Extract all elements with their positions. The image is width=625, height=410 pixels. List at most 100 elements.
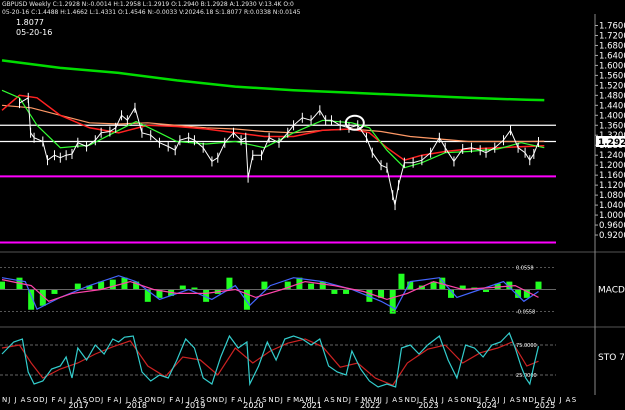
x-year-label: 2022 xyxy=(360,401,380,410)
x-month-label: J xyxy=(503,396,506,404)
x-month-label: A xyxy=(324,396,329,404)
x-month-label: J xyxy=(181,396,184,404)
x-year-label: 2025 xyxy=(535,401,555,410)
y-tick-label: 1.6400 xyxy=(599,51,625,61)
x-month-label: J xyxy=(385,396,388,404)
x-month-label: F xyxy=(355,396,359,404)
x-month-label: J xyxy=(44,396,47,404)
x-month-label: F xyxy=(231,396,235,404)
x-month-label: O xyxy=(33,396,39,404)
macd-histogram-bar xyxy=(319,281,326,290)
x-month-label: N xyxy=(151,396,156,404)
x-month-label: A xyxy=(392,396,397,404)
chart-svg: 1.76001.72001.68001.64001.60001.56001.52… xyxy=(0,14,625,410)
macd-histogram-bar xyxy=(331,289,338,294)
macd-tick-label: -0.0558 xyxy=(516,310,535,316)
x-month-label: J xyxy=(224,396,227,404)
x-month-label: J xyxy=(441,396,444,404)
x-year-label: 2023 xyxy=(418,401,438,410)
x-month-label: J xyxy=(119,396,122,404)
x-month-label: J xyxy=(13,396,16,404)
x-month-label: O xyxy=(206,396,212,404)
x-month-label: S xyxy=(572,396,577,404)
x-year-label: 2017 xyxy=(68,401,88,410)
x-month-label: F xyxy=(107,396,111,404)
x-month-label: M xyxy=(293,396,299,404)
x-month-label: A xyxy=(510,396,515,404)
x-month-label: A xyxy=(58,396,63,404)
sto-tick-label: 75.0000 xyxy=(516,343,537,349)
x-month-label: J xyxy=(162,396,165,404)
x-month-label: O xyxy=(89,396,95,404)
x-month-label: J xyxy=(558,396,561,404)
x-month-label: O xyxy=(460,396,466,404)
macd-histogram-bar xyxy=(535,281,542,290)
x-month-label: D xyxy=(219,396,224,404)
x-month-label: N xyxy=(2,396,7,404)
y-tick-label: 1.0800 xyxy=(599,191,625,201)
x-month-label: A xyxy=(113,396,118,404)
x-month-label: D xyxy=(528,396,533,404)
x-month-label: S xyxy=(330,396,335,404)
y-tick-label: 1.6000 xyxy=(599,61,625,71)
y-tick-label: 1.3600 xyxy=(599,121,625,131)
x-year-label: 2020 xyxy=(243,401,263,410)
x-year-label: 2018 xyxy=(127,401,147,410)
x-month-label: F xyxy=(169,396,173,404)
y-tick-label: 1.2400 xyxy=(599,151,625,161)
y-tick-label: 0.9600 xyxy=(599,221,625,231)
ma-long-line xyxy=(1,59,545,102)
x-year-label: 2021 xyxy=(302,401,322,410)
y-tick-label: 1.7600 xyxy=(599,21,625,31)
x-month-label: D xyxy=(275,396,280,404)
y-tick-label: 1.4800 xyxy=(599,91,625,101)
x-month-label: S xyxy=(398,396,403,404)
x-month-label: J xyxy=(7,396,10,404)
sto-label: STO 73 xyxy=(598,353,625,363)
macd-label: MACD xyxy=(598,286,625,296)
x-month-label: A xyxy=(175,396,180,404)
macd-histogram-bar xyxy=(51,289,58,294)
x-month-label: N xyxy=(405,396,410,404)
x-month-label: N xyxy=(522,396,527,404)
x-month-label: N xyxy=(467,396,472,404)
y-tick-label: 0.9200 xyxy=(599,231,625,241)
x-month-label: A xyxy=(448,396,453,404)
macd-histogram-bar xyxy=(109,279,116,290)
x-month-label: D xyxy=(95,396,100,404)
macd-histogram-bar xyxy=(243,289,250,310)
y-tick-label: 1.6800 xyxy=(599,41,625,51)
x-month-label: A xyxy=(21,396,26,404)
x-month-label: D xyxy=(39,396,44,404)
y-tick-label: 1.0400 xyxy=(599,201,625,211)
x-month-label: J xyxy=(280,396,283,404)
x-month-label: S xyxy=(454,396,459,404)
macd-tick-label: 0.0558 xyxy=(516,265,534,271)
y-tick-label: 1.4400 xyxy=(599,101,625,111)
macd-signal-line xyxy=(1,279,539,302)
y-tick-label: 1.7200 xyxy=(599,31,625,41)
macd-histogram-bar xyxy=(343,289,350,294)
x-month-label: D xyxy=(411,396,416,404)
y-tick-label: 1.4000 xyxy=(599,111,625,121)
ma-green-mid-line xyxy=(1,89,545,169)
x-month-label: D xyxy=(343,396,348,404)
y-tick-label: 1.1200 xyxy=(599,181,625,191)
x-month-label: F xyxy=(287,396,291,404)
x-month-label: A xyxy=(237,396,242,404)
y-tick-label: 1.0000 xyxy=(599,211,625,221)
x-month-label: N xyxy=(336,396,341,404)
x-month-label: J xyxy=(63,396,66,404)
x-month-label: F xyxy=(52,396,56,404)
x-month-label: N xyxy=(213,396,218,404)
price-line xyxy=(19,96,539,206)
sto-d-line xyxy=(1,338,539,386)
x-month-label: J xyxy=(496,396,499,404)
y-tick-label: 1.5200 xyxy=(599,81,625,91)
y-tick-label: 1.1600 xyxy=(599,171,625,181)
x-month-label: J xyxy=(348,396,351,404)
x-month-label: J xyxy=(100,396,103,404)
y-tick-label: 1.5600 xyxy=(599,71,625,81)
macd-histogram-bar xyxy=(398,273,405,290)
x-month-label: N xyxy=(268,396,273,404)
